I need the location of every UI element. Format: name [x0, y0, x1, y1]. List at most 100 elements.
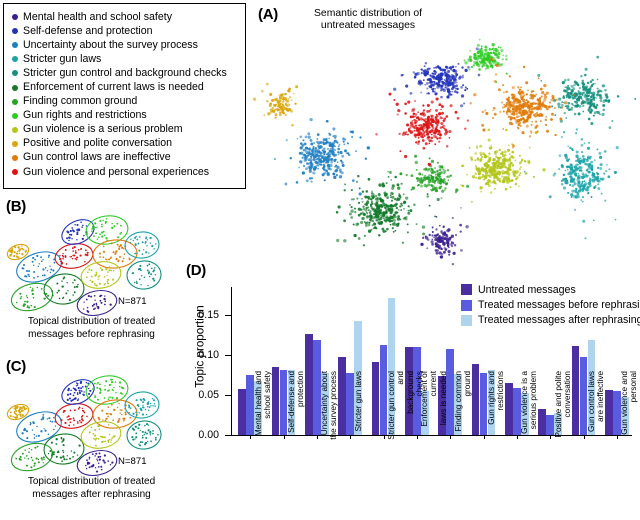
legend-item-9: Positive and polite conversation: [10, 137, 241, 151]
legend-color-dot-icon: [12, 98, 18, 105]
legend-item-label: Positive and polite conversation: [23, 137, 172, 150]
x-axis-tick-label: Self-defense and protection: [286, 371, 306, 433]
legend-item-1: Self-defense and protection: [10, 24, 241, 38]
cluster-ellipse-2: [10, 282, 54, 312]
bar-4-0: [371, 362, 380, 435]
legend-item-label: Stricter gun control and background chec…: [23, 66, 227, 79]
y-axis-tick-label: 0.10: [198, 349, 219, 361]
legend-item-10: Gun control laws are ineffective: [10, 151, 241, 165]
legend-item-2: Uncertainty about the survey process: [10, 38, 241, 52]
x-axis-tick: [616, 435, 619, 439]
legend-color-dot-icon: [12, 14, 18, 21]
legend-item-label: Mental health and school safety: [23, 10, 172, 23]
legend-item-label: Gun violence and personal experiences: [23, 165, 210, 178]
x-axis-tick-label: Stricter gun control and background chec…: [386, 371, 425, 440]
scatter-cluster-4: [537, 55, 637, 129]
x-axis-tick-label: Gun violence is a serious problem: [520, 371, 539, 434]
x-axis-tick: [416, 435, 419, 439]
bar-1-0: [271, 367, 280, 435]
legend-color-dot-icon: [12, 112, 18, 119]
bar-9-0: [538, 408, 546, 435]
bar-0-1: [246, 375, 254, 435]
x-axis-tick-label: Enforcement of current laws is needed: [420, 371, 449, 427]
y-axis-tick-label: 0.05: [198, 389, 219, 401]
bar-3-0: [338, 357, 346, 435]
scatter-cluster-8: [460, 128, 546, 203]
x-axis-tick: [550, 435, 552, 439]
scatter-cluster-7: [463, 38, 508, 83]
legend-color-dot-icon: [12, 126, 18, 133]
legend-item-label: Finding common ground: [23, 95, 138, 108]
x-axis-tick-label: Positive and polite conversation: [553, 371, 572, 438]
y-axis-tick-label: 0.15: [198, 309, 219, 321]
legend-color-dot-icon: [12, 154, 18, 161]
cluster-ellipse-9: [124, 391, 160, 419]
cluster-ellipse-0: [6, 243, 30, 261]
scatter-cluster-3: [523, 128, 619, 240]
panel-b-n-label: N=871: [118, 296, 147, 307]
x-axis-tick-label: Mental health and school safety: [253, 371, 272, 437]
cluster-ellipse-0: [6, 403, 30, 421]
bar-7-0: [471, 363, 480, 435]
semantic-scatter-plot: [252, 38, 637, 266]
legend-color-dot-icon: [12, 42, 18, 49]
cluster-ellipse-8: [80, 421, 122, 449]
x-axis-tick-label: Gun rights and restrictions: [486, 371, 506, 425]
x-axis-tick: [350, 435, 352, 439]
y-axis-tick-label: 0.00: [198, 429, 219, 441]
x-axis-tick-label: Finding common ground: [453, 371, 472, 432]
bar-8-0: [505, 383, 513, 435]
x-axis-tick: [383, 435, 385, 439]
panel-a-letter: (A): [258, 6, 278, 23]
x-axis-tick: [516, 435, 519, 439]
x-axis-tick-label: Gun violence and personal experiences: [620, 371, 640, 435]
legend-item-3: Stricter gun laws: [10, 52, 241, 66]
cluster-ellipse-10: [126, 260, 162, 290]
scatter-cluster-6: [388, 154, 470, 199]
legend-item-label: Uncertainty about the survey process: [23, 38, 198, 51]
x-axis-tick: [483, 435, 485, 439]
topical-cluster-plot-before: [6, 215, 162, 317]
chart-legend-item-2: Treated messages after rephrasing: [461, 313, 640, 328]
legend-item-4: Stricter gun control and background chec…: [10, 66, 241, 80]
legend-item-7: Gun rights and restrictions: [10, 109, 241, 123]
legend-color-dot-icon: [12, 70, 18, 77]
x-axis-tick: [583, 435, 585, 439]
legend-item-6: Finding common ground: [10, 95, 241, 109]
chart-legend-item-1: Treated messages before rephrasing: [461, 297, 640, 312]
legend-item-label: Gun rights and restrictions: [23, 109, 147, 122]
legend-color-dot-icon: [12, 28, 18, 35]
topical-cluster-plot-after: [6, 375, 162, 477]
panel-c-n-label: N=871: [118, 456, 147, 467]
legend-item-label: Gun violence is a serious problem: [23, 123, 183, 136]
legend-item-label: Gun control laws are ineffective: [23, 151, 171, 164]
x-axis-tick: [283, 435, 285, 439]
cluster-ellipse-11: [76, 449, 118, 477]
panel-c-caption: Topical distribution of treated messages…: [27, 476, 156, 500]
x-axis-tick-label: Uncertainty about the survey process: [320, 371, 339, 440]
y-axis-tick: [225, 355, 231, 357]
legend-color-dot-icon: [12, 84, 18, 91]
chart-series-legend: Untreated messages Treated messages befor…: [461, 282, 640, 328]
bar-9-1: [546, 415, 554, 435]
scatter-cluster-0: [420, 207, 469, 266]
chart-legend-swatch-icon: [461, 314, 472, 326]
scatter-cluster-11: [375, 92, 470, 167]
chart-legend-label: Treated messages before rephrasing: [478, 299, 640, 312]
cluster-ellipse-5: [61, 379, 95, 405]
cluster-ellipse-2: [10, 442, 54, 472]
legend-color-dot-icon: [12, 169, 18, 176]
legend-item-5: Enforcement of current laws is needed: [10, 80, 241, 94]
bar-3-1: [346, 372, 354, 435]
legend-item-8: Gun violence is a serious problem: [10, 123, 241, 137]
legend-color-dot-icon: [12, 140, 18, 147]
legend-item-11: Gun violence and personal experiences: [10, 165, 241, 179]
y-axis-tick: [225, 435, 231, 437]
legend-color-dot-icon: [12, 56, 18, 63]
x-axis-tick: [316, 435, 319, 439]
legend-item-label: Enforcement of current laws is needed: [23, 81, 204, 94]
bar-10-0: [571, 346, 580, 435]
scatter-cluster-5: [335, 171, 440, 247]
legend-item-label: Stricter gun laws: [23, 52, 102, 65]
chart-legend-swatch-icon: [461, 299, 472, 311]
